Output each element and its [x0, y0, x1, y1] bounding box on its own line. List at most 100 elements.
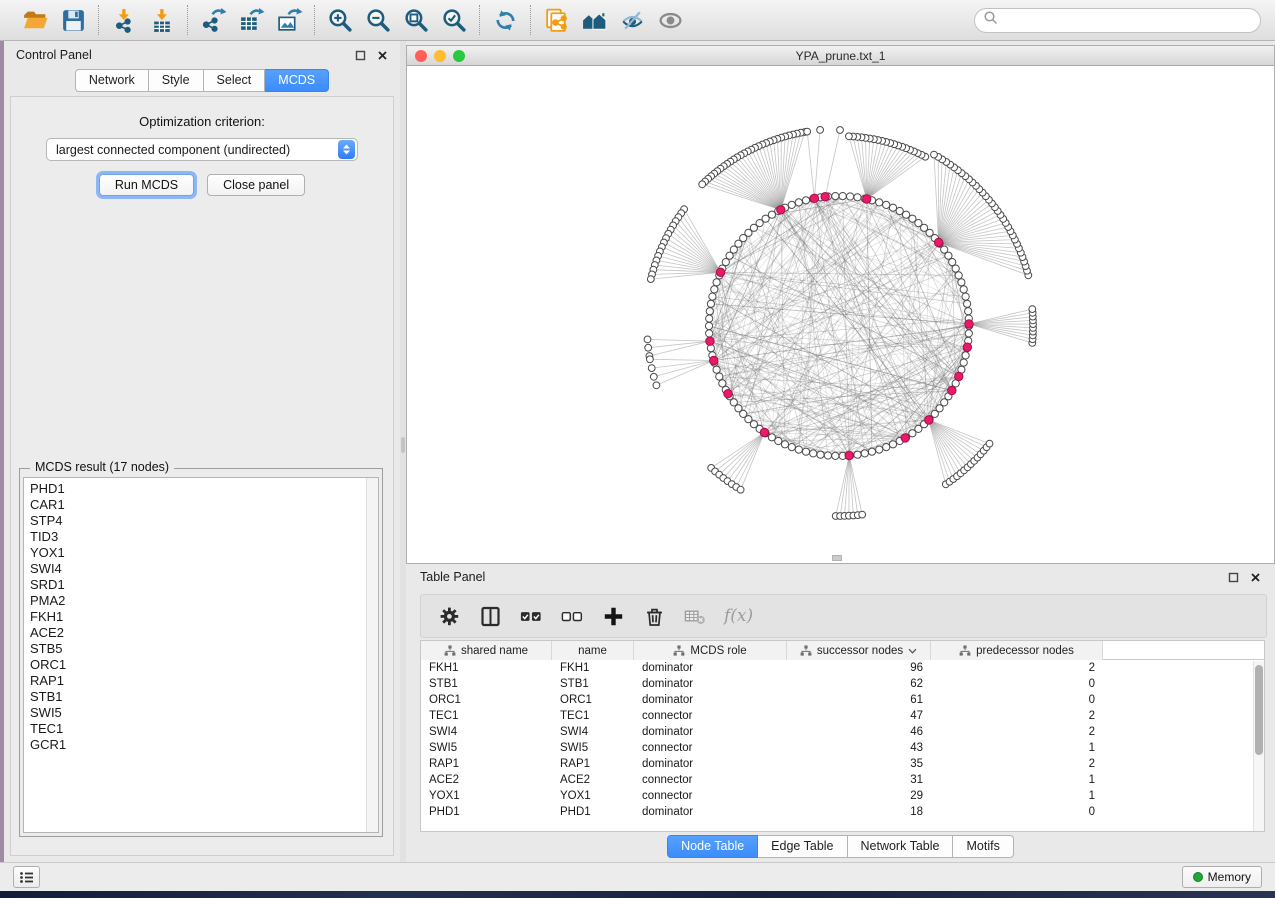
mcds-result-item[interactable]: PMA2 — [24, 593, 378, 609]
tab-edge-table[interactable]: Edge Table — [758, 835, 847, 858]
table-cell[interactable]: 0 — [931, 804, 1103, 820]
table-row[interactable]: SWI4SWI4dominator462 — [421, 724, 1264, 740]
table-cell[interactable]: 2 — [931, 708, 1103, 724]
table-cell[interactable]: 0 — [931, 676, 1103, 692]
network-window-titlebar[interactable]: YPA_prune.txt_1 — [407, 46, 1274, 66]
table-cell[interactable]: SWI5 — [421, 740, 552, 756]
table-row[interactable]: TEC1TEC1connector472 — [421, 708, 1264, 724]
network-hub-node[interactable] — [716, 268, 724, 276]
tab-node-table[interactable]: Node Table — [667, 835, 758, 858]
table-cell[interactable]: dominator — [634, 676, 787, 692]
mcds-result-item[interactable]: SRD1 — [24, 577, 378, 593]
network-node[interactable] — [716, 373, 723, 380]
table-cell[interactable]: dominator — [634, 804, 787, 820]
network-node[interactable] — [644, 336, 651, 343]
network-node[interactable] — [847, 193, 854, 200]
close-table-panel-icon[interactable] — [1249, 571, 1261, 583]
run-mcds-button[interactable]: Run MCDS — [99, 174, 194, 196]
network-node[interactable] — [709, 293, 716, 300]
table-cell[interactable]: 46 — [787, 724, 931, 740]
network-hub-node[interactable] — [863, 195, 871, 203]
table-cell[interactable]: PHD1 — [421, 804, 552, 820]
column-header-successor-nodes[interactable]: successor nodes — [787, 641, 931, 660]
column-header-name[interactable]: name — [552, 641, 634, 660]
hide-panels-icon[interactable] — [580, 6, 608, 34]
add-row-icon[interactable] — [601, 604, 625, 628]
table-cell[interactable]: FKH1 — [552, 660, 634, 676]
network-hub-node[interactable] — [710, 356, 718, 364]
network-node[interactable] — [965, 330, 972, 337]
table-cell[interactable]: 96 — [787, 660, 931, 676]
horizontal-splitter-grip[interactable] — [832, 555, 842, 561]
toggle-graphics-icon[interactable] — [656, 6, 684, 34]
table-cell[interactable]: connector — [634, 772, 787, 788]
mcds-result-item[interactable]: ACE2 — [24, 625, 378, 641]
network-node[interactable] — [788, 444, 795, 451]
zoom-selected-icon[interactable] — [440, 6, 468, 34]
task-history-button[interactable] — [13, 866, 40, 888]
network-hub-node[interactable] — [810, 194, 818, 202]
zoom-out-icon[interactable] — [364, 6, 392, 34]
network-node[interactable] — [648, 365, 655, 372]
network-node[interactable] — [861, 450, 868, 457]
network-node[interactable] — [859, 511, 866, 518]
network-node[interactable] — [817, 127, 824, 134]
network-node[interactable] — [964, 300, 971, 307]
network-hub-node[interactable] — [955, 372, 963, 380]
network-node[interactable] — [706, 315, 713, 322]
table-cell[interactable]: dominator — [634, 660, 787, 676]
table-cell[interactable]: RAP1 — [552, 756, 634, 772]
table-cell[interactable]: PHD1 — [552, 804, 634, 820]
network-node[interactable] — [824, 452, 831, 459]
network-node[interactable] — [713, 366, 720, 373]
table-cell[interactable]: 62 — [787, 676, 931, 692]
network-node[interactable] — [653, 382, 660, 389]
network-hub-node[interactable] — [934, 238, 942, 246]
network-node[interactable] — [889, 204, 896, 211]
table-row[interactable]: RAP1RAP1dominator352 — [421, 756, 1264, 772]
mcds-result-item[interactable]: RAP1 — [24, 673, 378, 689]
export-table-icon[interactable] — [237, 6, 265, 34]
network-node[interactable] — [960, 359, 967, 366]
table-cell[interactable]: 2 — [931, 724, 1103, 740]
network-node[interactable] — [706, 330, 713, 337]
select-all-icon[interactable] — [519, 604, 543, 628]
table-row[interactable]: ORC1ORC1dominator610 — [421, 692, 1264, 708]
tab-style[interactable]: Style — [149, 69, 204, 92]
refresh-icon[interactable] — [491, 6, 519, 34]
network-hub-node[interactable] — [777, 206, 785, 214]
export-network-icon[interactable] — [199, 6, 227, 34]
search-input[interactable] — [1004, 12, 1252, 28]
network-node[interactable] — [896, 207, 903, 214]
network-node[interactable] — [804, 128, 811, 135]
open-session-icon[interactable] — [21, 6, 49, 34]
network-node[interactable] — [846, 133, 853, 140]
mcds-result-item[interactable]: CAR1 — [24, 497, 378, 513]
network-node[interactable] — [647, 356, 654, 363]
table-cell[interactable]: YOX1 — [552, 788, 634, 804]
mcds-result-item[interactable]: GCR1 — [24, 737, 378, 753]
table-scrollbar[interactable] — [1253, 661, 1264, 831]
network-node[interactable] — [788, 201, 795, 208]
network-node[interactable] — [958, 279, 965, 286]
table-cell[interactable]: 18 — [787, 804, 931, 820]
mcds-result-item[interactable]: SWI5 — [24, 705, 378, 721]
table-cell[interactable]: 61 — [787, 692, 931, 708]
network-node[interactable] — [889, 441, 896, 448]
network-node[interactable] — [711, 286, 718, 293]
export-image-icon[interactable] — [275, 6, 303, 34]
table-cell[interactable]: 1 — [931, 740, 1103, 756]
network-canvas[interactable] — [407, 66, 1274, 563]
table-cell[interactable]: connector — [634, 788, 787, 804]
network-node[interactable] — [810, 450, 817, 457]
float-table-panel-icon[interactable] — [1227, 571, 1239, 583]
network-node[interactable] — [705, 322, 712, 329]
network-node[interactable] — [802, 197, 809, 204]
table-cell[interactable]: 0 — [931, 692, 1103, 708]
network-node[interactable] — [962, 293, 969, 300]
search-box[interactable] — [974, 8, 1261, 33]
split-view-icon[interactable] — [478, 604, 502, 628]
column-header-shared-name[interactable]: shared name — [421, 641, 552, 660]
network-hub-node[interactable] — [724, 390, 732, 398]
table-cell[interactable]: YOX1 — [421, 788, 552, 804]
